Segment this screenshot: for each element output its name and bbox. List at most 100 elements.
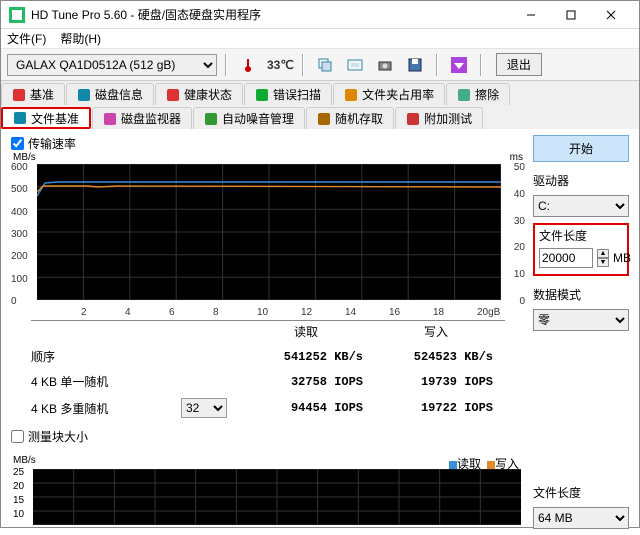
app-icon [9,7,25,23]
menubar: 文件(F) 帮助(H) [1,29,639,49]
tab-icon [204,112,218,126]
transfer-chart: MB/s ms 600500400300200100050403020100 [11,154,525,306]
tab-label: 擦除 [475,86,499,103]
tab-icon [406,112,420,126]
tab-icon [12,88,26,102]
tab-1[interactable]: 磁盘信息 [66,83,154,105]
toolbar-sep3 [436,54,438,76]
right-column: 开始 驱动器 C: 文件长度 ▲▼ MB 数据模式 零 文件长度 64 MB [533,135,629,529]
chart2-yl-0: 25 [13,467,24,478]
tab-icon [457,88,471,102]
drive-label: 驱动器 [533,172,629,189]
tab-icon [77,88,91,102]
tab-5[interactable]: 擦除 [446,83,510,105]
filelen-input[interactable] [539,248,593,268]
minimize-button[interactable] [511,3,551,27]
chart1-yr-0: 50 [514,162,525,173]
results-table: 读取 写入 顺序 541252 KB/s 524523 KB/s 4 KB 单一… [11,320,525,418]
chart1-yr-4: 10 [514,269,525,280]
down-button[interactable] [446,52,472,78]
row-4k-single-read: 32758 IOPS [241,375,371,389]
toolbar-sep4 [480,54,482,76]
transfer-rate-checkbox[interactable] [11,137,24,150]
filelen2-select[interactable]: 64 MB [533,507,629,529]
tab-label: 健康状态 [184,86,232,103]
transfer-rate-label: 传输速率 [28,135,76,152]
chart1-x-4: 10 [257,307,268,318]
tab-icon [103,112,117,126]
chart1-plot [37,164,501,300]
tab-icon [255,88,269,102]
tab-3[interactable]: 错误扫描 [244,83,332,105]
tab-0[interactable]: 基准 [1,83,65,105]
tabstrip: 基准 磁盘信息 健康状态错误扫描 文件夹占用率 擦除 文件基准 磁盘监视器 自动噪音管理随机… [1,81,639,129]
mode-label: 数据模式 [533,286,629,303]
camera-button[interactable] [372,52,398,78]
tab-label: 附加测试 [424,110,472,127]
chart1-x-9: 20gB [477,307,500,318]
row-4k-multi-label: 4 KB 多重随机 [31,400,181,417]
chart2-yl-3: 10 [13,509,24,520]
temp-icon [235,52,261,78]
filelen-spinner[interactable]: ▲▼ [597,249,609,267]
copy-button[interactable] [312,52,338,78]
tab-7[interactable]: 磁盘监视器 [92,107,192,129]
chart1-yl-3: 300 [11,229,28,240]
chart1-yl-2: 400 [11,207,28,218]
tab-label: 文件基准 [31,110,79,127]
target-drive-select[interactable]: C: [533,195,629,217]
toolbar-sep [225,54,227,76]
save-button[interactable] [402,52,428,78]
start-button[interactable]: 开始 [533,135,629,162]
row-seq-write: 524523 KB/s [371,350,501,364]
blocksize-check[interactable]: 测量块大小 [11,428,525,445]
screenshot-button[interactable] [342,52,368,78]
chart1-yl-6: 0 [11,296,17,307]
maximize-button[interactable] [551,3,591,27]
row-4k-single-label: 4 KB 单一随机 [31,373,181,390]
filelen-unit: MB [613,251,631,265]
hdr-write: 写入 [371,323,501,340]
chart1-x-0: 2 [81,307,87,318]
tab-label: 磁盘信息 [95,86,143,103]
content-area: 传输速率 MB/s ms 600500400300200100050403020… [1,129,639,535]
chart1-yl-1: 500 [11,184,28,195]
tab-label: 文件夹占用率 [362,86,434,103]
queue-depth-select[interactable]: 32 [181,398,227,418]
tab-2[interactable]: 健康状态 [155,83,243,105]
menu-file[interactable]: 文件(F) [7,30,46,47]
chart2-yl-2: 15 [13,495,24,506]
tab-6[interactable]: 文件基准 [1,107,91,129]
drive-select[interactable]: GALAX QA1D0512A (512 gB) [7,54,217,76]
filelen-label: 文件长度 [539,227,625,244]
blocksize-checkbox[interactable] [11,430,24,443]
tab-10[interactable]: 附加测试 [395,107,483,129]
chart1-yl-5: 100 [11,274,28,285]
exit-button[interactable]: 退出 [496,53,542,76]
tab-label: 磁盘监视器 [121,110,181,127]
blocksize-chart: 读取 写入 MB/s 25201510 [11,455,525,529]
transfer-rate-check[interactable]: 传输速率 [11,135,525,152]
tab-4[interactable]: 文件夹占用率 [333,83,445,105]
tab-8[interactable]: 自动噪音管理 [193,107,305,129]
toolbar: GALAX QA1D0512A (512 gB) 33℃ 退出 [1,49,639,81]
chart1-x-8: 18 [433,307,444,318]
close-button[interactable] [591,3,631,27]
row-4k-single-write: 19739 IOPS [371,375,501,389]
filelen2-label: 文件长度 [533,484,629,501]
chart1-x-1: 4 [125,307,131,318]
chart1-yr-5: 0 [519,296,525,307]
hdr-read: 读取 [241,323,371,340]
mode-select[interactable]: 零 [533,309,629,331]
chart1-yr-2: 30 [514,216,525,227]
file-length-box: 文件长度 ▲▼ MB [533,223,629,276]
chart1-x-5: 12 [301,307,312,318]
chart1-yr-1: 40 [514,189,525,200]
tab-label: 自动噪音管理 [222,110,294,127]
tab-9[interactable]: 随机存取 [306,107,394,129]
blocksize-label: 测量块大小 [28,428,88,445]
row-seq-read: 541252 KB/s [241,350,371,364]
menu-help[interactable]: 帮助(H) [60,30,101,47]
left-column: 传输速率 MB/s ms 600500400300200100050403020… [11,135,525,529]
chart1-x-6: 14 [345,307,356,318]
